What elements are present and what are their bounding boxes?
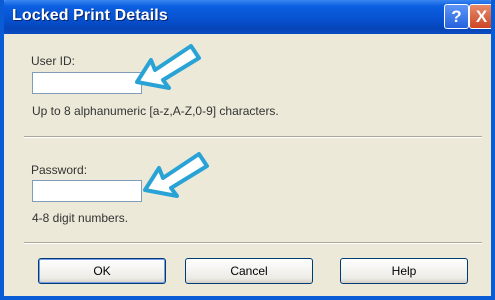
title-bar[interactable]: Locked Print Details ? X bbox=[4, 0, 491, 34]
password-input[interactable] bbox=[32, 180, 142, 202]
password-hint: 4-8 digit numbers. bbox=[32, 211, 129, 225]
close-icon[interactable]: X bbox=[469, 4, 491, 29]
separator bbox=[24, 136, 482, 138]
user-id-input[interactable] bbox=[32, 72, 142, 94]
help-button[interactable]: Help bbox=[340, 258, 468, 284]
arrow-icon bbox=[135, 44, 201, 90]
user-id-hint: Up to 8 alphanumeric [a-z,A-Z,0-9] chara… bbox=[32, 104, 279, 118]
password-label: Password: bbox=[31, 163, 88, 177]
arrow-icon bbox=[143, 152, 209, 198]
help-icon[interactable]: ? bbox=[444, 4, 469, 29]
dialog-window: Locked Print Details ? X User ID: Up to … bbox=[0, 0, 495, 300]
ok-button[interactable]: OK bbox=[38, 258, 166, 284]
cancel-button[interactable]: Cancel bbox=[185, 258, 313, 284]
dialog-title: Locked Print Details bbox=[12, 7, 168, 24]
user-id-label: User ID: bbox=[31, 54, 76, 68]
separator-bottom bbox=[24, 242, 482, 244]
